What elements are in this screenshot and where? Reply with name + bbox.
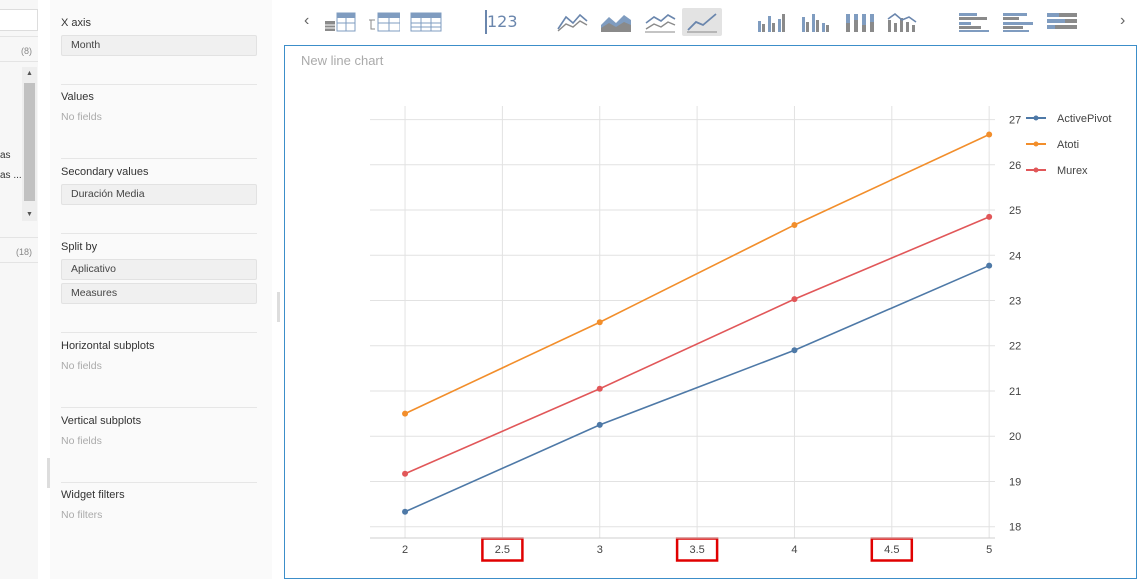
divider: [0, 36, 38, 37]
section-title: X axis: [61, 17, 91, 29]
data-point-activepivot: [596, 421, 603, 428]
y-tick-label: 21: [1009, 386, 1021, 398]
data-point-murex: [596, 385, 603, 392]
data-point-atoti: [596, 319, 603, 326]
values-empty-drop-zone[interactable]: No fields: [61, 111, 257, 123]
x-tick-label: 4: [791, 544, 797, 556]
split-by-section: Split by Aplicativo Measures: [61, 239, 257, 304]
panel-resize-handle[interactable]: [277, 292, 280, 322]
clustered-column-icon[interactable]: [796, 8, 836, 36]
table-icon[interactable]: [320, 8, 360, 36]
tree-table-icon[interactable]: [364, 8, 404, 36]
column-chart-icon[interactable]: [752, 8, 792, 36]
split-by-field-aplicativo[interactable]: Aplicativo: [61, 259, 257, 280]
y-tick-label: 23: [1009, 296, 1021, 308]
stacked-column-icon[interactable]: [840, 8, 880, 36]
data-point-activepivot: [986, 262, 993, 269]
divider: [61, 332, 257, 333]
legend-marker: [1033, 115, 1039, 121]
y-tick-label: 24: [1009, 250, 1021, 262]
legend-item-activepivot[interactable]: ActivePivot: [1057, 113, 1111, 125]
y-tick-label: 22: [1009, 341, 1021, 353]
line-chart-icon[interactable]: [552, 8, 592, 36]
clustered-bar-icon[interactable]: [998, 8, 1038, 36]
data-point-atoti: [986, 131, 993, 138]
x-tick-label: 3: [597, 544, 603, 556]
widget-filters-section: Widget filters No filters: [61, 487, 257, 521]
section-title: Values: [61, 91, 94, 103]
data-point-murex: [402, 470, 409, 477]
section-title: Widget filters: [61, 489, 125, 501]
horizontal-subplots-section: Horizontal subplots No fields: [61, 338, 257, 372]
divider: [61, 407, 257, 408]
tree-scrollbar[interactable]: ▲ ▼: [22, 67, 37, 221]
data-model-search-input[interactable]: [0, 9, 38, 31]
y-tick-label: 20: [1009, 431, 1021, 443]
horizontal-subplots-drop-zone[interactable]: No fields: [61, 360, 257, 372]
area-chart-icon[interactable]: [596, 8, 636, 36]
secondary-values-field[interactable]: Duración Media: [61, 184, 257, 205]
values-section: Values No fields: [61, 89, 257, 123]
data-point-atoti: [402, 410, 409, 417]
x-tick-label: 2: [402, 544, 408, 556]
count-badge: (18): [15, 247, 32, 257]
divider: [61, 233, 257, 234]
scrollbar-thumb[interactable]: [24, 83, 35, 201]
secondary-values-section: Secondary values Duración Media: [61, 164, 257, 205]
x-axis-section: X axis Month: [61, 15, 257, 56]
y-tick-label: 18: [1009, 522, 1021, 534]
x-tick-label: 5: [986, 544, 992, 556]
divider: [0, 262, 38, 263]
vertical-subplots-section: Vertical subplots No fields: [61, 413, 257, 447]
x-tick-label: 3.5: [689, 544, 704, 556]
section-title: Vertical subplots: [61, 415, 142, 427]
widget-filters-drop-zone[interactable]: No filters: [61, 509, 257, 521]
line-chart[interactable]: 18 19 20 21 22 23 24 25 26 27 2 2.5 3 3.5 4 4.5 5 ActiveP…: [285, 46, 1136, 578]
legend-item-atoti[interactable]: Atoti: [1057, 139, 1079, 151]
x-axis-field-month[interactable]: Month: [61, 35, 257, 56]
data-model-panel: (8) as as ... ▲ ▼ (18): [0, 0, 38, 579]
toolbar-prev-icon[interactable]: ‹: [304, 12, 309, 30]
vertical-subplots-drop-zone[interactable]: No fields: [61, 435, 257, 447]
section-title: Split by: [61, 241, 98, 253]
bar-chart-icon[interactable]: [954, 8, 994, 36]
toolbar-next-icon[interactable]: ›: [1120, 12, 1125, 30]
y-tick-label: 25: [1009, 205, 1021, 217]
chart-widget[interactable]: New line chart 18 19 20 21 22 23 24 25 26 27 2 2.5 3…: [284, 45, 1137, 579]
y-tick-label: 19: [1009, 476, 1021, 488]
tree-item-label[interactable]: as ...: [0, 170, 22, 181]
legend-marker: [1033, 141, 1039, 147]
divider: [0, 61, 38, 62]
pivot-table-icon[interactable]: [406, 8, 446, 36]
x-tick-label: 4.5: [884, 544, 899, 556]
section-title: Horizontal subplots: [61, 340, 155, 352]
x-tick-label: 2.5: [495, 544, 510, 556]
legend-marker: [1033, 167, 1039, 173]
data-point-murex: [986, 213, 993, 220]
chart-wizard-panel: X axis Month Values No fields Secondary …: [50, 0, 272, 579]
tree-item-label[interactable]: as: [0, 150, 11, 161]
stacked-area-icon[interactable]: [640, 8, 680, 36]
combo-chart-icon[interactable]: [882, 8, 922, 36]
stacked-bar-icon[interactable]: [1042, 8, 1082, 36]
divider: [61, 158, 257, 159]
split-by-field-measures[interactable]: Measures: [61, 283, 257, 304]
scroll-down-icon[interactable]: ▼: [22, 211, 37, 218]
widget-type-toolbar: ‹ 123 ›: [284, 0, 1137, 45]
divider: [61, 84, 257, 85]
section-title: Secondary values: [61, 166, 149, 178]
divider: [61, 482, 257, 483]
data-point-atoti: [791, 221, 798, 228]
data-point-activepivot: [402, 508, 409, 515]
data-point-activepivot: [791, 347, 798, 354]
legend-item-murex[interactable]: Murex: [1057, 165, 1088, 177]
divider: [0, 237, 38, 238]
y-tick-label: 27: [1009, 115, 1021, 127]
scroll-up-icon[interactable]: ▲: [22, 70, 37, 77]
kpi-icon[interactable]: 123: [487, 12, 518, 31]
count-badge: (8): [21, 46, 32, 56]
line-chart-selected-icon[interactable]: [682, 8, 722, 36]
data-point-murex: [791, 296, 798, 303]
y-tick-label: 26: [1009, 160, 1021, 172]
